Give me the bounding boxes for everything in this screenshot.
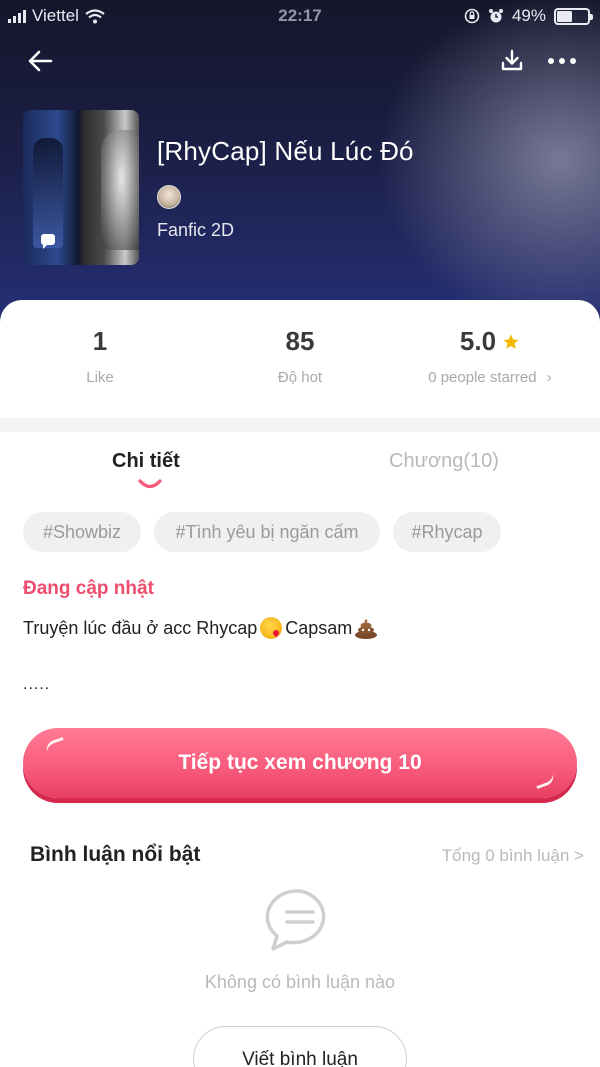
arrow-left-icon bbox=[28, 50, 53, 72]
like-label: Like bbox=[86, 369, 114, 386]
comments-empty-text: Không có bình luận nào bbox=[204, 972, 396, 992]
tag-showbiz[interactable]: #Showbiz bbox=[23, 512, 141, 552]
like-count: 1 bbox=[92, 326, 108, 356]
more-button[interactable] bbox=[542, 44, 582, 78]
tab-detail[interactable]: Chi tiết bbox=[112, 450, 180, 473]
tag-forbidden-love[interactable]: #Tình yêu bị ngăn cấm bbox=[154, 512, 380, 552]
poo-emoji-icon bbox=[355, 619, 378, 639]
kiss-emoji-icon bbox=[260, 617, 283, 639]
book-title: [RhyCap] Nếu Lúc Đó bbox=[157, 136, 414, 166]
chat-bubble-icon bbox=[41, 234, 55, 249]
battery-percent: 49% bbox=[511, 6, 546, 25]
section-divider bbox=[0, 418, 600, 432]
hot-label: Độ hot bbox=[277, 369, 323, 386]
description-text-2: Capsam bbox=[285, 617, 353, 638]
description-text-1: Truyện lúc đầu ở acc Rhycap bbox=[23, 617, 258, 638]
tag-rhycap[interactable]: #Rhycap bbox=[393, 512, 501, 552]
cover-figure-right bbox=[101, 130, 139, 250]
star-icon bbox=[503, 334, 519, 349]
stats-card: 1 Like 85 Độ hot 5.0 0 people starred › bbox=[0, 300, 600, 418]
book-cover bbox=[23, 110, 139, 265]
status-right: 49% bbox=[464, 6, 593, 26]
stat-hot: 85 Độ hot bbox=[200, 326, 400, 386]
download-icon bbox=[501, 49, 523, 71]
comments-title: Bình luận nổi bật bbox=[30, 843, 201, 866]
book-genre: Fanfic 2D bbox=[157, 220, 235, 240]
sparkle-decoration bbox=[43, 736, 67, 754]
battery-fill bbox=[557, 10, 572, 22]
stat-like: 1 Like bbox=[0, 326, 200, 386]
story-status: Đang cập nhật bbox=[23, 578, 154, 599]
status-bar: Viettel 22:17 49% bbox=[0, 0, 600, 32]
description-ellipsis[interactable]: ..... bbox=[23, 676, 50, 694]
author-avatar[interactable] bbox=[157, 185, 181, 209]
sparkle-decoration bbox=[533, 772, 557, 790]
comments-total-link[interactable]: Tổng 0 bình luận > bbox=[442, 846, 584, 866]
back-button[interactable] bbox=[22, 44, 58, 78]
continue-reading-button[interactable]: Tiếp tục xem chương 10 bbox=[23, 728, 577, 798]
download-button[interactable] bbox=[494, 44, 530, 78]
more-horizontal-icon bbox=[548, 58, 576, 64]
rating-label-row: 0 people starred › bbox=[390, 369, 590, 386]
stat-rating[interactable]: 5.0 0 people starred › bbox=[390, 326, 590, 386]
continue-reading-label: Tiếp tục xem chương 10 bbox=[178, 751, 422, 774]
book-header: Viettel 22:17 49% [RhyCap] Nếu Lúc Đó Fa… bbox=[0, 0, 600, 330]
rating-label: 0 people starred bbox=[428, 369, 537, 386]
rating-value-row: 5.0 bbox=[390, 326, 590, 357]
write-comment-button[interactable]: Viết bình luận bbox=[193, 1026, 407, 1067]
tab-chapters[interactable]: Chương(10) bbox=[389, 450, 499, 473]
orientation-lock-icon bbox=[464, 8, 480, 24]
story-description: Truyện lúc đầu ở acc Rhycap Capsam bbox=[23, 617, 378, 639]
tab-indicator bbox=[138, 479, 162, 489]
write-comment-label: Viết bình luận bbox=[242, 1049, 358, 1067]
alarm-icon bbox=[488, 9, 503, 23]
cover-figure-left bbox=[33, 138, 63, 248]
comment-bubble-icon bbox=[265, 889, 326, 951]
battery-icon bbox=[554, 7, 593, 25]
hot-count: 85 bbox=[285, 326, 315, 356]
rating-value: 5.0 bbox=[459, 326, 497, 356]
chevron-right-icon: › bbox=[546, 369, 552, 386]
